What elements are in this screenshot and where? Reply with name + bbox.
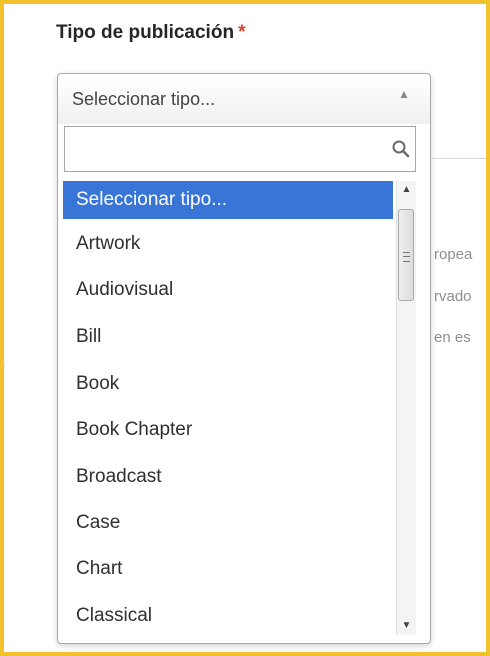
scroll-up-arrow-icon[interactable]: ▲	[397, 181, 416, 199]
background-text: ropea	[434, 246, 473, 263]
option-book[interactable]: Book	[63, 365, 393, 403]
option-book-chapter[interactable]: Book Chapter	[63, 411, 393, 449]
select-search-input[interactable]	[65, 127, 375, 171]
field-label-text: Tipo de publicación	[56, 22, 235, 43]
option-seleccionar-tipo[interactable]: Seleccionar tipo...	[63, 181, 393, 219]
triangle-up-icon: ▲	[398, 87, 410, 101]
option-case[interactable]: Case	[63, 504, 393, 542]
select-toggle[interactable]: Seleccionar tipo... ▲	[58, 74, 430, 124]
background-text: en es	[434, 329, 471, 346]
option-broadcast[interactable]: Broadcast	[63, 458, 393, 496]
option-bill[interactable]: Bill	[63, 318, 393, 356]
select-current-value: Seleccionar tipo...	[72, 89, 216, 109]
scrollbar-thumb[interactable]	[398, 209, 414, 301]
background-divider	[0, 215, 4, 216]
publication-type-select[interactable]: Seleccionar tipo... ▲ Seleccionar tipo..…	[57, 73, 431, 644]
required-marker: *	[238, 22, 246, 43]
field-label: Tipo de publicación *	[56, 22, 245, 44]
option-audiovisual[interactable]: Audiovisual	[63, 271, 393, 309]
select-search-box	[64, 126, 416, 172]
search-icon	[392, 140, 410, 158]
scroll-down-arrow-icon[interactable]: ▼	[397, 617, 416, 635]
background-divider	[432, 158, 490, 159]
option-chart[interactable]: Chart	[63, 550, 393, 588]
option-classical[interactable]: Classical	[63, 597, 393, 635]
options-scrollbar[interactable]: ▲ ▼	[396, 181, 416, 635]
background-divider	[0, 318, 4, 319]
option-artwork[interactable]: Artwork	[63, 225, 393, 263]
background-text: rvado	[434, 288, 472, 305]
options-list: Seleccionar tipo... Artwork Audiovisual …	[63, 181, 393, 640]
background-divider	[0, 115, 4, 116]
background-fragment: et:	[1, 363, 5, 390]
scrollbar-grip-icon	[403, 252, 410, 262]
